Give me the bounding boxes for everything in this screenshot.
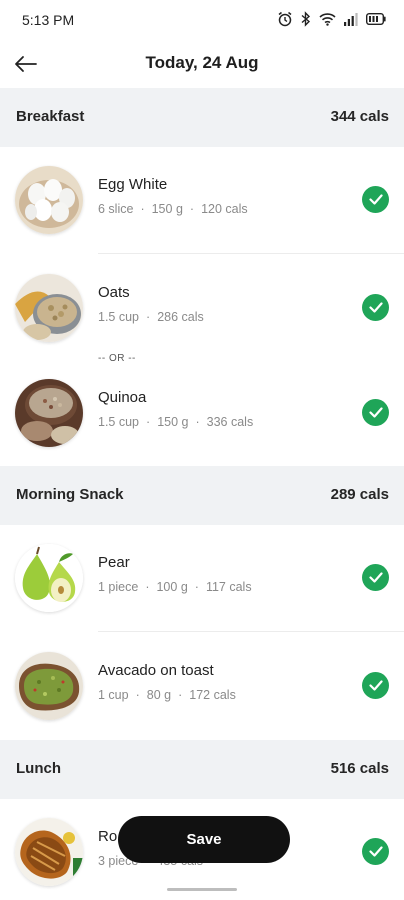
- home-indicator[interactable]: [167, 888, 237, 891]
- food-item-pear[interactable]: Pear 1 piece · 100 g · 117 cals: [0, 540, 404, 616]
- or-separator: -- OR --: [98, 353, 136, 364]
- divider: [98, 253, 404, 254]
- section-header-morning-snack: Morning Snack 289 cals: [0, 466, 404, 525]
- divider: [98, 631, 404, 632]
- status-time: 5:13 PM: [22, 12, 75, 28]
- section-header-lunch: Lunch 516 cals: [0, 740, 404, 799]
- header: Today, 24 Aug: [0, 40, 404, 88]
- food-name: Quinoa: [98, 389, 147, 406]
- checked-checkbox[interactable]: [362, 399, 389, 426]
- food-image-quinoa: [15, 379, 83, 447]
- checked-checkbox[interactable]: [362, 838, 389, 865]
- check-icon: [368, 407, 383, 418]
- food-image-lunch: [15, 818, 83, 886]
- food-name: Avacado on toast: [98, 662, 214, 679]
- checked-checkbox[interactable]: [362, 186, 389, 213]
- wifi-icon: [319, 12, 336, 26]
- section-calories: 344 cals: [330, 108, 389, 125]
- food-name: Oats: [98, 284, 130, 301]
- section-calories: 516 cals: [330, 760, 389, 777]
- status-icons: [277, 11, 386, 27]
- status-bar: 5:13 PM: [0, 0, 404, 40]
- food-name: Pear: [98, 554, 130, 571]
- page-title: Today, 24 Aug: [145, 53, 259, 72]
- food-image-oats: [15, 274, 83, 342]
- food-name: Ro: [98, 828, 118, 845]
- food-meta: 1 piece · 100 g · 117 cals: [98, 580, 252, 594]
- battery-icon: [366, 13, 386, 25]
- check-icon: [368, 846, 383, 857]
- section-title: Lunch: [16, 760, 61, 777]
- section-title: Breakfast: [16, 108, 85, 125]
- food-name: Egg White: [98, 176, 168, 193]
- checked-checkbox[interactable]: [362, 564, 389, 591]
- food-meta: 1.5 cup · 286 cals: [98, 310, 204, 324]
- save-button[interactable]: Save: [118, 816, 290, 863]
- check-icon: [368, 194, 383, 205]
- food-item-egg-white[interactable]: Egg White 6 slice · 150 g · 120 cals: [0, 162, 404, 238]
- food-item-quinoa[interactable]: Quinoa 1.5 cup · 150 g · 336 cals: [0, 375, 404, 451]
- alarm-icon: [277, 11, 293, 27]
- section-calories: 289 cals: [330, 486, 389, 503]
- food-item-oats[interactable]: Oats 1.5 cup · 286 cals: [0, 270, 404, 346]
- food-meta: 6 slice · 150 g · 120 cals: [98, 202, 248, 216]
- check-icon: [368, 302, 383, 313]
- food-image-pear: [15, 544, 83, 612]
- section-title: Morning Snack: [16, 486, 124, 503]
- checked-checkbox[interactable]: [362, 672, 389, 699]
- check-icon: [368, 680, 383, 691]
- food-meta: 1.5 cup · 150 g · 336 cals: [98, 415, 254, 429]
- food-image-egg-white: [15, 166, 83, 234]
- section-header-breakfast: Breakfast 344 cals: [0, 88, 404, 147]
- food-meta: 1 cup · 80 g · 172 cals: [98, 688, 236, 702]
- check-icon: [368, 572, 383, 583]
- food-image-avocado-toast: [15, 652, 83, 720]
- food-item-avocado-toast[interactable]: Avacado on toast 1 cup · 80 g · 172 cals: [0, 648, 404, 724]
- checked-checkbox[interactable]: [362, 294, 389, 321]
- signal-icon: [344, 12, 358, 26]
- bluetooth-icon: [301, 11, 311, 27]
